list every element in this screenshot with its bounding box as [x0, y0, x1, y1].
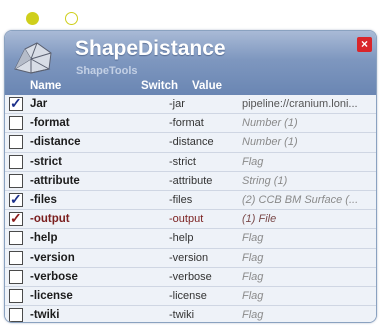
- checkmark-icon: ✓: [10, 190, 22, 207]
- module-header[interactable]: ShapeDistance ShapeTools × Name Switch V…: [5, 31, 376, 95]
- parameter-switch: -strict: [169, 155, 196, 168]
- parameter-row[interactable]: -license -license Flag: [5, 286, 376, 307]
- column-headers: Name Switch Value: [5, 79, 376, 95]
- parameter-name: -output: [30, 213, 70, 226]
- parameter-checkbox[interactable]: [9, 250, 23, 265]
- parameter-value[interactable]: Flag: [242, 232, 374, 244]
- module-logo-icon: [14, 42, 52, 74]
- parameter-row[interactable]: -help -help Flag: [5, 229, 376, 249]
- parameter-value[interactable]: Flag: [242, 156, 374, 168]
- parameter-switch: -distance: [169, 136, 214, 149]
- parameter-switch: -files: [169, 193, 193, 206]
- parameter-switch: -license: [169, 289, 207, 302]
- parameter-value[interactable]: pipeline://cranium.loni...: [242, 98, 374, 110]
- parameter-switch: -version: [169, 251, 209, 264]
- parameter-value[interactable]: Number (1): [242, 117, 374, 129]
- parameter-row[interactable]: ✓ -files -files (2) CCB BM Surface (...: [5, 190, 376, 211]
- parameter-value[interactable]: Flag: [242, 290, 374, 302]
- parameter-name: -files: [30, 193, 57, 206]
- parameter-value[interactable]: (1) File: [242, 213, 374, 225]
- close-icon[interactable]: ×: [357, 37, 372, 52]
- parameter-checkbox[interactable]: [9, 173, 23, 188]
- parameter-value[interactable]: Flag: [242, 271, 374, 283]
- parameter-name: Jar: [30, 98, 48, 110]
- parameter-row[interactable]: ✓ -output -output (1) File: [5, 210, 376, 230]
- parameter-name: -help: [30, 232, 58, 245]
- parameter-row[interactable]: -format -format Number (1): [5, 114, 376, 134]
- parameter-name: -twiki: [30, 309, 60, 322]
- parameter-name: -distance: [30, 136, 81, 149]
- parameter-list: ✓ Jar -jar pipeline://cranium.loni... -forma…: [5, 95, 376, 322]
- parameter-row[interactable]: -verbose -verbose Flag: [5, 267, 376, 287]
- parameter-value[interactable]: Flag: [242, 309, 374, 321]
- checkmark-icon: ✓: [10, 95, 22, 111]
- parameter-switch: -help: [169, 232, 194, 245]
- parameter-switch: -twiki: [169, 309, 195, 322]
- parameter-switch: -format: [169, 117, 204, 130]
- parameter-checkbox[interactable]: [9, 308, 23, 322]
- parameter-value[interactable]: Flag: [242, 252, 374, 264]
- parameter-value[interactable]: (2) CCB BM Surface (...: [242, 194, 374, 206]
- parameter-row[interactable]: -strict -strict Flag: [5, 152, 376, 172]
- module-panel: ShapeDistance ShapeTools × Name Switch V…: [4, 30, 377, 323]
- column-header-value: Value: [192, 80, 223, 92]
- parameter-name: -format: [30, 117, 70, 130]
- module-title: ShapeDistance: [75, 37, 226, 60]
- parameter-switch: -jar: [169, 98, 185, 110]
- parameter-switch: -output: [169, 213, 204, 226]
- parameter-value[interactable]: Number (1): [242, 136, 374, 148]
- parameter-checkbox[interactable]: [9, 116, 23, 131]
- parameter-checkbox[interactable]: ✓: [9, 190, 23, 207]
- parameter-checkbox[interactable]: [9, 288, 23, 303]
- port-indicators: [26, 10, 78, 26]
- parameter-name: -version: [30, 251, 75, 264]
- module-subtitle: ShapeTools: [76, 65, 138, 77]
- parameter-name: -license: [30, 289, 73, 302]
- parameter-row[interactable]: -attribute -attribute String (1): [5, 171, 376, 191]
- parameter-checkbox[interactable]: [9, 135, 23, 150]
- checkmark-icon: ✓: [10, 210, 22, 227]
- parameter-row[interactable]: -twiki -twiki Flag: [5, 306, 376, 322]
- column-header-name: Name: [30, 80, 62, 92]
- parameter-checkbox[interactable]: [9, 231, 23, 246]
- parameter-checkbox[interactable]: ✓: [9, 210, 23, 227]
- parameter-name: -verbose: [30, 270, 78, 283]
- parameter-row[interactable]: ✓ Jar -jar pipeline://cranium.loni...: [5, 95, 376, 115]
- parameter-checkbox[interactable]: ✓: [9, 95, 23, 111]
- parameter-row[interactable]: -version -version Flag: [5, 248, 376, 268]
- input-port-dot[interactable]: [26, 11, 39, 25]
- parameter-checkbox[interactable]: [9, 154, 23, 169]
- column-header-switch: Switch: [141, 80, 179, 92]
- output-port-dot[interactable]: [65, 11, 78, 25]
- parameter-name: -strict: [30, 155, 62, 168]
- parameter-switch: -verbose: [169, 270, 212, 283]
- parameter-switch: -attribute: [169, 174, 213, 187]
- parameter-row[interactable]: -distance -distance Number (1): [5, 133, 376, 153]
- parameter-value[interactable]: String (1): [242, 175, 374, 187]
- parameter-checkbox[interactable]: [9, 269, 23, 284]
- parameter-name: -attribute: [30, 174, 80, 187]
